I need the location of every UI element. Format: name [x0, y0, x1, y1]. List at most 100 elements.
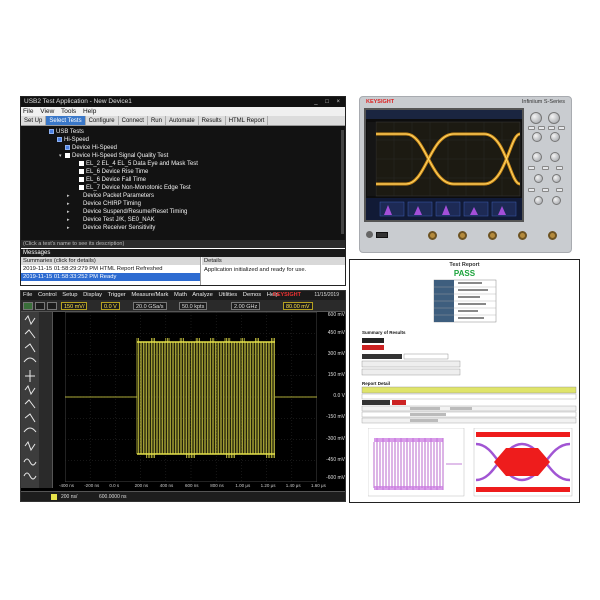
single-icon[interactable]: [35, 302, 45, 310]
channel-offset[interactable]: 0.0 V: [101, 302, 120, 310]
scope-button[interactable]: [528, 126, 535, 130]
tree-item[interactable]: ▸ Device Packet Parameters: [67, 192, 154, 200]
tab-run[interactable]: Run: [148, 116, 166, 125]
time-tick-label: 1.40 μs: [285, 483, 301, 488]
scope-button[interactable]: [548, 126, 555, 130]
tree-arrow-icon[interactable]: ▸: [67, 208, 73, 216]
tree-item[interactable]: EL_7 Device Non-Monotonic Edge Test: [73, 184, 191, 192]
memory-depth[interactable]: 50.0 kpts: [179, 302, 208, 310]
tree-scrollbar[interactable]: [341, 130, 344, 234]
menu-help[interactable]: Help: [83, 108, 96, 115]
volt-tick-label: -600 mV: [326, 475, 345, 481]
osc-menu-display[interactable]: Display: [83, 292, 102, 298]
scope-knob[interactable]: [550, 132, 560, 142]
tab-automate[interactable]: Automate: [166, 116, 199, 125]
time-tick-label: 600 ns: [185, 483, 199, 488]
volt-tick-label: 450 mV: [327, 330, 345, 336]
checkbox-icon[interactable]: [79, 169, 84, 174]
scope-button[interactable]: [538, 126, 545, 130]
tree-arrow-icon[interactable]: ▸: [67, 200, 73, 208]
scope-button[interactable]: [558, 126, 565, 130]
volt-tick-label: 0.0 V: [333, 393, 345, 399]
checkbox-icon[interactable]: [57, 137, 62, 142]
osc-menu-trigger[interactable]: Trigger: [108, 292, 126, 298]
message-row-selected[interactable]: 2019-11-15 01:58:33:252 PM Ready: [21, 273, 200, 281]
checkbox-icon[interactable]: [79, 161, 84, 166]
checkbox-icon[interactable]: [49, 129, 54, 134]
bandwidth[interactable]: 2.00 GHz: [231, 302, 261, 310]
tree-item[interactable]: EL_6 Device Fall Time: [73, 176, 146, 184]
scope-knob[interactable]: [532, 132, 542, 142]
checkbox-icon[interactable]: [65, 153, 70, 158]
tab-configure[interactable]: Configure: [86, 116, 119, 125]
tree-item[interactable]: Device Hi-Speed: [59, 144, 117, 152]
time-tick-label: 0.0 s: [109, 483, 120, 488]
tab-select-tests[interactable]: Select Tests: [46, 116, 86, 125]
app-tab-bar: Set Up Select Tests Configure Connect Ru…: [21, 116, 345, 126]
osc-menu-demos[interactable]: Demos: [243, 292, 261, 298]
usb2-test-app-window: USB2 Test Application - New Device1 _ □ …: [20, 96, 346, 286]
scope-button[interactable]: [542, 166, 549, 170]
osc-menu-setup[interactable]: Setup: [62, 292, 77, 298]
volt-tick-label: -150 mV: [326, 414, 345, 420]
message-row[interactable]: 2019-11-15 01:58:29:279 PM HTML Report R…: [21, 265, 200, 273]
trigger-level[interactable]: 80.00 mV: [283, 302, 313, 310]
scope-knob[interactable]: [534, 196, 543, 205]
scope-knob[interactable]: [552, 196, 561, 205]
scope-knob[interactable]: [532, 152, 542, 162]
scope-knob[interactable]: [550, 152, 560, 162]
tree-item[interactable]: ▸ Device Test J/K, SE0_NAK: [67, 216, 155, 224]
volt-tick-label: -450 mV: [326, 457, 345, 463]
channel-scale[interactable]: 150 mV/: [61, 302, 88, 310]
scope-button[interactable]: [542, 188, 549, 192]
tree-item[interactable]: ▸ Device Suspend/Resume/Reset Timing: [67, 208, 187, 216]
power-button-icon[interactable]: [366, 231, 373, 238]
tree-item[interactable]: USB Tests: [43, 128, 84, 136]
scope-knob[interactable]: [534, 174, 543, 183]
tree-item[interactable]: ▸ Device Receiver Sensitivity: [67, 224, 155, 232]
tree-arrow-icon[interactable]: ▸: [67, 224, 73, 232]
scope-knob[interactable]: [552, 174, 561, 183]
tab-results[interactable]: Results: [199, 116, 226, 125]
osc-menu-analyze[interactable]: Analyze: [192, 292, 213, 298]
osc-menu-utilities[interactable]: Utilities: [218, 292, 237, 298]
osc-menu-math[interactable]: Math: [174, 292, 187, 298]
osc-tool-icons[interactable]: [21, 312, 39, 488]
menu-tools[interactable]: Tools: [61, 108, 76, 115]
autoscale-icon[interactable]: [47, 302, 57, 310]
tree-item[interactable]: Hi-Speed: [51, 136, 89, 144]
messages-summaries-panel: Summaries (click for details) 2019-11-15…: [21, 257, 201, 285]
osc-menu-control[interactable]: Control: [38, 292, 57, 298]
menu-file[interactable]: File: [23, 108, 33, 115]
messages-label: Messages: [21, 249, 345, 257]
scope-knob[interactable]: [548, 112, 560, 124]
tab-html-report[interactable]: HTML Report: [226, 116, 269, 125]
sample-rate[interactable]: 20.0 GSa/s: [133, 302, 167, 310]
scope-button[interactable]: [528, 188, 535, 192]
checkbox-icon[interactable]: [65, 145, 70, 150]
osc-menu-file[interactable]: File: [23, 292, 32, 298]
tree-item-label: EL_2 EL_4 EL_5 Data Eye and Mask Test: [86, 161, 198, 167]
tree-item[interactable]: EL_2 EL_4 EL_5 Data Eye and Mask Test: [73, 160, 198, 168]
tab-set-up[interactable]: Set Up: [21, 116, 47, 125]
tree-arrow-icon[interactable]: ▸: [67, 192, 73, 200]
checkbox-icon[interactable]: [79, 177, 84, 182]
tree-arrow-icon[interactable]: ▸: [67, 216, 73, 224]
tree-item[interactable]: EL_6 Device Rise Time: [73, 168, 148, 176]
tree-item[interactable]: ▸ Device CHIRP Timing: [67, 200, 141, 208]
osc-menu-measure[interactable]: Measure/Mark: [131, 292, 168, 298]
menu-view[interactable]: View: [40, 108, 54, 115]
checkbox-icon[interactable]: [79, 185, 84, 190]
tree-item-label: Device Hi-Speed: [72, 145, 118, 151]
volt-tick-label: 150 mV: [327, 372, 345, 378]
tree-item[interactable]: ▾ Device Hi-Speed Signal Quality Test: [59, 152, 168, 160]
tab-connect[interactable]: Connect: [119, 116, 148, 125]
scope-button[interactable]: [556, 188, 563, 192]
run-stop-icon[interactable]: [23, 302, 33, 310]
window-controls[interactable]: _ □ ×: [314, 97, 343, 107]
scope-knob[interactable]: [530, 112, 542, 124]
test-tree: USB Tests Hi-Speed Device Hi-Speed ▾ Devi…: [21, 126, 345, 240]
scope-button[interactable]: [528, 166, 535, 170]
scope-button[interactable]: [556, 166, 563, 170]
tree-item-label: Device Packet Parameters: [83, 193, 155, 199]
